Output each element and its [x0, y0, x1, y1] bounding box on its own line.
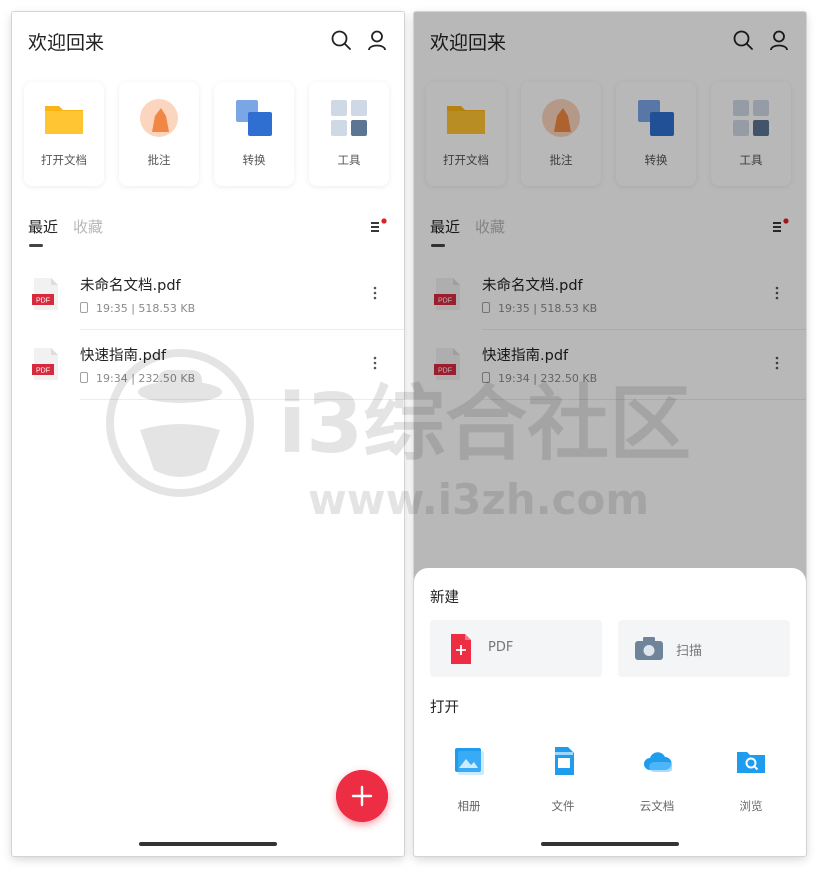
pdf-file-badge: PDF: [36, 368, 50, 375]
tools-icon: [331, 100, 367, 136]
phone-device-icon: [80, 302, 88, 313]
pdf-file-badge: PDF: [36, 298, 50, 305]
new-section-title: 新建: [430, 590, 459, 606]
tools-tile[interactable]: 工具: [309, 82, 389, 186]
scan-label: 扫描: [676, 644, 703, 659]
new-pdf-label: PDF: [488, 640, 514, 655]
file-meta-text: 19:35 | 518.53 KB: [96, 302, 196, 315]
comparison-canvas: 欢迎回来 打开文档 批注 转换 工具 最近 收藏 PDF 未命名文档.pdf 1…: [0, 0, 821, 872]
album-label: 相册: [457, 799, 481, 813]
more-options-icon[interactable]: [372, 284, 378, 302]
row-divider: [80, 399, 404, 400]
open-section-title: 打开: [430, 700, 459, 716]
sort-list-icon[interactable]: [370, 218, 388, 234]
home-indicator[interactable]: [139, 842, 277, 846]
file-meta: 19:34 | 232.50 KB: [80, 372, 195, 385]
tab-favorites[interactable]: 收藏: [73, 216, 103, 237]
convert-tile[interactable]: 转换: [214, 82, 294, 186]
album-icon: [455, 748, 484, 775]
convert-icon: [236, 100, 272, 136]
new-pdf-button[interactable]: PDF: [430, 620, 602, 677]
cloud-icon: [644, 752, 672, 772]
tab-indicator: [29, 244, 43, 247]
new-pdf-icon: [451, 634, 471, 664]
annotate-icon: [140, 99, 178, 137]
open-file-option[interactable]: 文件: [528, 746, 598, 816]
file-meta: 19:35 | 518.53 KB: [80, 302, 195, 315]
file-row[interactable]: PDF 快速指南.pdf 19:34 | 232.50 KB: [12, 330, 404, 400]
pdf-file-icon: PDF: [32, 348, 58, 380]
file-meta-text: 19:34 | 232.50 KB: [96, 372, 196, 385]
phone-device-icon: [80, 372, 88, 383]
phone-new-sheet-screen: 欢迎回来 打开文档 批注 转换 工具 最近 收藏 PDF 未命名文档.pdf 1…: [414, 12, 806, 856]
camera-icon: [635, 637, 663, 660]
open-browse-option[interactable]: 浏览: [716, 746, 786, 816]
scan-button[interactable]: 扫描: [618, 620, 790, 677]
phone-home-screen: 欢迎回来 打开文档 批注 转换 工具 最近 收藏 PDF 未命名文档.pdf 1…: [12, 12, 404, 856]
file-row[interactable]: PDF 未命名文档.pdf 19:35 | 518.53 KB: [12, 260, 404, 330]
annotate-tile[interactable]: 批注: [119, 82, 199, 186]
file-name: 快速指南.pdf: [80, 348, 167, 364]
file-label: 文件: [551, 799, 575, 813]
open-document-label: 打开文档: [41, 153, 87, 167]
file-icon: [555, 747, 574, 775]
new-bottom-sheet: 新建 PDF 扫描 打开 相册 文件 云文档 浏览: [414, 568, 806, 856]
add-fab-button[interactable]: [336, 770, 388, 822]
tab-recent[interactable]: 最近: [28, 216, 58, 237]
file-name: 未命名文档.pdf: [80, 278, 181, 294]
search-icon[interactable]: [330, 29, 352, 51]
quick-actions: 打开文档 批注 转换 工具: [24, 82, 394, 186]
more-options-icon[interactable]: [372, 354, 378, 372]
cloud-label: 云文档: [639, 799, 675, 813]
open-album-option[interactable]: 相册: [434, 746, 504, 816]
convert-label: 转换: [242, 153, 266, 167]
page-title: 欢迎回来: [28, 32, 105, 54]
folder-icon: [45, 106, 83, 134]
home-indicator[interactable]: [541, 842, 679, 846]
annotate-label: 批注: [147, 153, 171, 167]
open-document-tile[interactable]: 打开文档: [24, 82, 104, 186]
open-cloud-option[interactable]: 云文档: [622, 746, 692, 816]
browse-label: 浏览: [739, 799, 763, 813]
pdf-file-icon: PDF: [32, 278, 58, 310]
user-icon[interactable]: [366, 29, 388, 51]
tools-label: 工具: [337, 153, 361, 167]
browse-icon: [737, 752, 765, 773]
